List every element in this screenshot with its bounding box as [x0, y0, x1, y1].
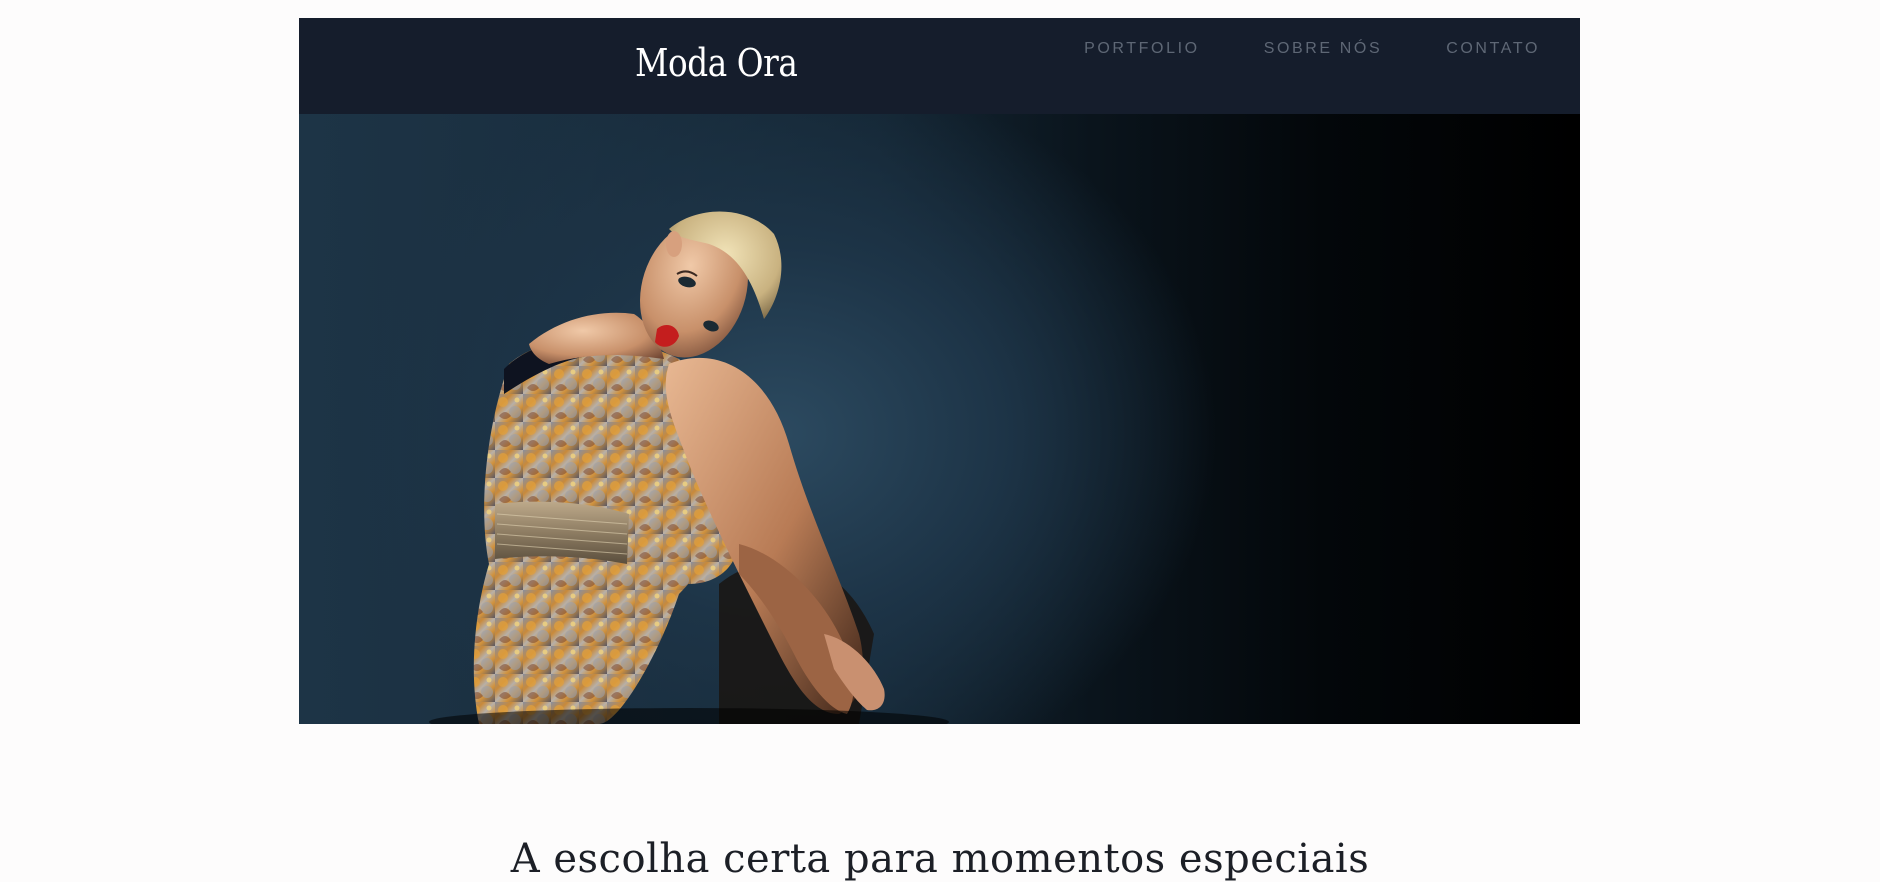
hero-tagline: A escolha certa para momentos especiais [510, 836, 1370, 882]
site-logo[interactable]: Moda Ora [635, 40, 798, 86]
main-nav: PORTFOLIO SOBRE NÓS CONTATO [1084, 40, 1540, 58]
site-header: Moda Ora PORTFOLIO SOBRE NÓS CONTATO [299, 18, 1580, 114]
nav-link-sobre-nos[interactable]: SOBRE NÓS [1264, 40, 1383, 58]
fashion-model-illustration [429, 211, 949, 724]
nav-link-portfolio[interactable]: PORTFOLIO [1084, 40, 1200, 58]
hero-image [299, 114, 1580, 724]
site-container: Moda Ora PORTFOLIO SOBRE NÓS CONTATO [299, 18, 1580, 724]
nav-link-contato[interactable]: CONTATO [1446, 40, 1540, 58]
